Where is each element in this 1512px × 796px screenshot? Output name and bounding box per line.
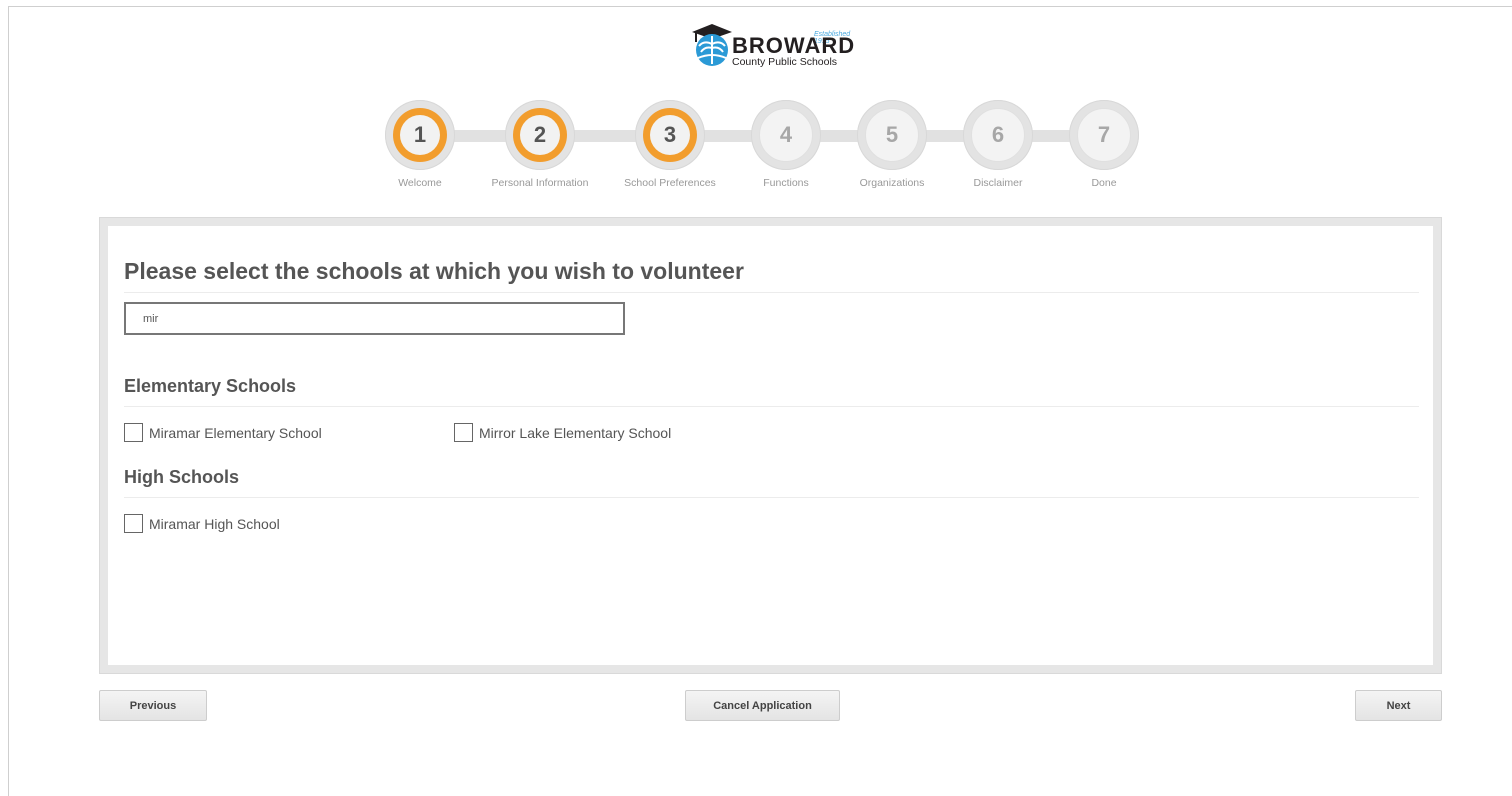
divider: [124, 406, 1419, 407]
checkbox-mirror-lake-elementary[interactable]: Mirror Lake Elementary School: [454, 423, 671, 442]
graduation-cap-logo-icon: [692, 24, 732, 66]
checkbox-label: Mirror Lake Elementary School: [479, 424, 672, 441]
panel-content: Please select the schools at which you w…: [108, 226, 1433, 665]
page-title: Please select the schools at which you w…: [124, 258, 744, 284]
previous-button[interactable]: Previous: [99, 690, 207, 721]
step-number: 5: [865, 108, 919, 162]
broward-logo: Established 1915 BROWARD County Public S…: [690, 22, 860, 70]
step-circle: 3: [643, 108, 697, 162]
school-search-input[interactable]: [124, 302, 625, 335]
step-number: 1: [400, 115, 440, 155]
step-circle: 2: [513, 108, 567, 162]
step-circle: 1: [393, 108, 447, 162]
section-title-elementary: Elementary Schools: [124, 376, 297, 396]
checkbox[interactable]: [454, 423, 473, 442]
divider: [124, 497, 1419, 498]
school-selection-panel: Please select the schools at which you w…: [99, 217, 1442, 674]
cancel-application-button[interactable]: Cancel Application: [685, 690, 840, 721]
next-button[interactable]: Next: [1355, 690, 1442, 721]
logo-name: BROWARD: [732, 33, 856, 58]
checkbox-label: Miramar Elementary School: [149, 424, 322, 441]
checkbox-miramar-elementary[interactable]: Miramar Elementary School: [124, 423, 322, 442]
step-number: 6: [971, 108, 1025, 162]
step-number: 2: [520, 115, 560, 155]
checkbox-label: Miramar High School: [149, 515, 280, 532]
checkbox[interactable]: [124, 423, 143, 442]
divider: [124, 292, 1419, 293]
step-number: 4: [759, 108, 813, 162]
step-number: 3: [650, 115, 690, 155]
step-number: 7: [1077, 108, 1131, 162]
logo-subtitle: County Public Schools: [732, 56, 838, 68]
checkbox[interactable]: [124, 514, 143, 533]
progress-stepper: 1 Welcome 2 Personal Information 3 Schoo…: [0, 100, 1512, 200]
checkbox-miramar-high[interactable]: Miramar High School: [124, 514, 280, 533]
section-title-high: High Schools: [124, 467, 240, 487]
step-label: Done: [1091, 177, 1117, 189]
